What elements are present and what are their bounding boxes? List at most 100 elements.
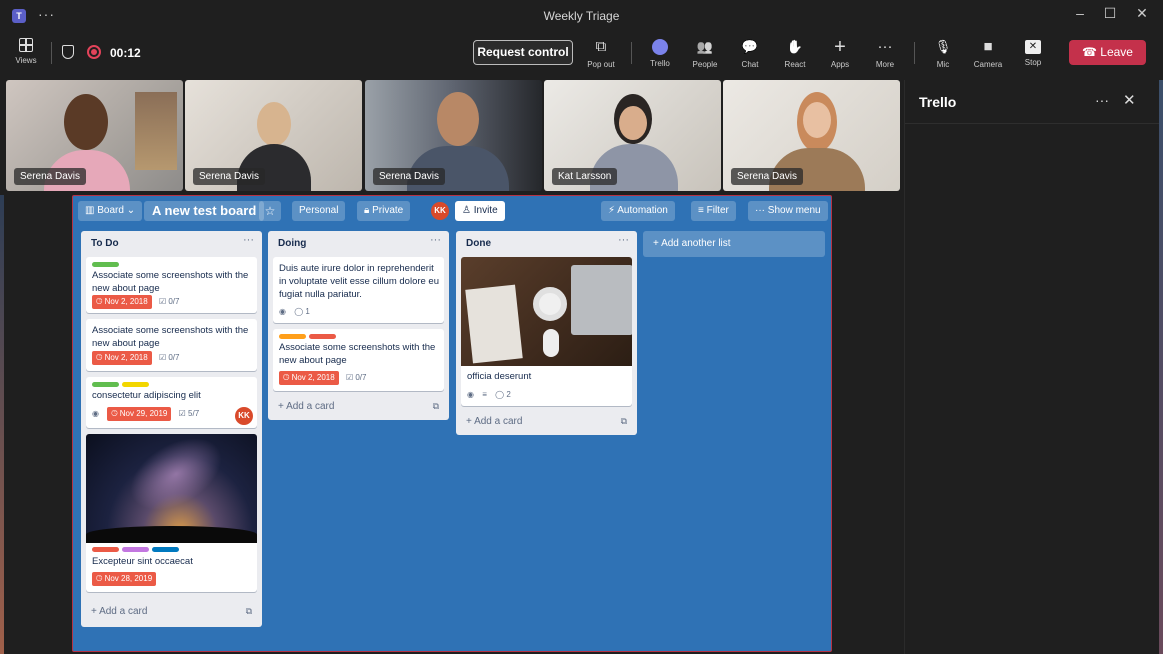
board-header: ▥ Board ⌄ A new test board ☆ Personal 🔒︎… [73,196,831,226]
add-another-list-button[interactable]: + Add another list [643,231,825,257]
participant-name: Kat Larsson [552,168,618,185]
list-more-icon[interactable]: ··· [618,234,629,246]
shield-icon[interactable] [62,45,74,59]
card-labels [92,262,122,267]
popout-button[interactable]: ⧉ Pop out [581,38,621,69]
board-view-switcher[interactable]: ▥ Board ⌄ [78,201,143,221]
trello-board: ▥ Board ⌄ A new test board ☆ Personal 🔒︎… [72,195,832,652]
star-icon[interactable]: ☆ [259,201,281,221]
checklist-badge: ☑ 5/7 [178,409,200,418]
side-panel-more-icon[interactable]: ··· [1095,92,1109,108]
add-card-button[interactable]: + Add a card [91,606,147,617]
views-label: Views [15,56,37,65]
leave-button[interactable]: ☎ Leave [1069,40,1146,65]
card[interactable]: Associate some screenshots with the new … [273,329,444,391]
meeting-toolbar: Views 00:12 Request control ⧉ Pop out Tr… [0,32,1163,76]
mic-label: Mic [936,60,950,69]
comment-count: 1 [305,307,310,316]
list-to-do: To Do ··· Associate some screenshots wit… [81,231,262,627]
card[interactable]: Associate some screenshots with the new … [86,319,257,371]
side-panel-close-icon[interactable]: ✕ [1123,91,1136,109]
card[interactable]: Duis aute irure dolor in reprehenderit i… [273,257,444,323]
list-done: Done ··· officia deserunt ◉ ≡ ◯ 2 + Add … [456,231,637,435]
trello-button[interactable]: Trello [640,38,680,68]
minimize-icon[interactable]: – [1070,5,1090,21]
personal-button[interactable]: Personal [292,201,346,221]
views-button[interactable]: Views [10,38,42,65]
member-avatar[interactable]: KK [431,202,449,220]
lightning-icon: ⚡︎ [608,205,618,216]
camera-label: Camera [973,60,1003,69]
participant-video-2[interactable]: Serena Davis [185,80,362,191]
card[interactable]: officia deserunt ◉ ≡ ◯ 2 [461,257,632,406]
list-more-icon[interactable]: ··· [430,234,441,246]
card-template-icon[interactable]: ⧉ [246,606,252,617]
desktop-edge [1159,80,1163,654]
list-title[interactable]: To Do [91,238,119,249]
camera-icon: ■ [983,38,993,55]
recording-icon [87,45,101,59]
watch-icon: ◉ [279,307,286,316]
coffee-cup-decor [533,287,567,321]
mic-button[interactable]: 🎙 Mic [923,38,963,69]
private-button[interactable]: 🔒︎ Private [357,201,411,221]
list-header: To Do ··· [81,231,262,255]
react-label: React [784,60,806,69]
close-window-icon[interactable]: ✕ [1132,5,1152,22]
more-button[interactable]: ··· More [865,38,905,69]
mic-icon: 🎙 [934,39,952,54]
list-title[interactable]: Done [466,238,491,249]
board-title[interactable]: A new test board [144,201,265,221]
show-menu-button[interactable]: ··· Show menu [748,201,828,221]
card-badges: 🕓︎ Nov 2, 2018 ☑ 0/7 [92,295,185,309]
card[interactable]: Excepteur sint occaecat 🕓︎ Nov 28, 2019 [86,434,257,592]
people-button[interactable]: 👥 People [685,38,725,69]
side-panel-header: Trello ··· ✕ [905,80,1159,124]
invite-button[interactable]: ♙ Invite [455,201,505,221]
card-template-icon[interactable]: ⧉ [621,416,627,427]
label-orange [279,334,306,339]
watch-icon: ◉ [92,409,99,418]
react-button[interactable]: ✋ React [775,38,815,69]
list-title[interactable]: Doing [278,238,306,249]
participant-video-1[interactable]: Serena Davis [6,80,183,191]
maximize-icon[interactable]: ☐ [1100,5,1120,22]
due-date-text: Nov 2, 2018 [104,353,148,362]
participant-video-4[interactable]: Kat Larsson [544,80,721,191]
card-title: officia deserunt [467,371,532,382]
more-icon: ··· [877,38,893,55]
card-labels [92,547,182,552]
chat-button[interactable]: 💬 Chat [730,38,770,69]
add-card-button[interactable]: + Add a card [466,416,522,427]
participant-video-5[interactable]: Serena Davis [723,80,900,191]
board-icon: ▥ [85,205,98,216]
show-menu-label: Show menu [767,205,821,216]
card-title: Associate some screenshots with the new … [279,342,436,366]
bookshelf-decor [135,92,177,170]
description-icon: ≡ [482,390,487,399]
due-date-badge: 🕓︎ Nov 2, 2018 [92,295,152,309]
automation-button[interactable]: ⚡︎ Automation [601,201,675,221]
trello-app-icon [652,39,668,55]
add-card-button[interactable]: + Add a card [278,401,334,412]
card-badges: 🕓︎ Nov 2, 2018 ☑ 0/7 [92,351,185,365]
request-control-button[interactable]: Request control [473,40,573,65]
stop-share-button[interactable]: ✕ Stop [1013,38,1053,67]
participant-name: Serena Davis [14,168,87,185]
invite-label: Invite [473,205,498,216]
participant-head [64,94,108,150]
checklist-count: 0/7 [355,373,367,382]
apps-button[interactable]: + Apps [820,37,860,69]
camera-button[interactable]: ■ Camera [968,38,1008,69]
card[interactable]: consectetur adipiscing elit ◉ 🕓︎ Nov 29,… [86,377,257,428]
list-more-icon[interactable]: ··· [243,234,254,246]
card-member-avatar[interactable]: KK [235,407,253,425]
card-template-icon[interactable]: ⧉ [433,401,439,412]
due-date-text: Nov 28, 2019 [104,574,153,583]
card[interactable]: Associate some screenshots with the new … [86,257,257,313]
participant-head [257,102,291,146]
comment-count: 2 [506,390,511,399]
card-title: Associate some screenshots with the new … [92,270,249,294]
participant-video-3[interactable]: Serena Davis [365,80,542,191]
filter-button[interactable]: ≡ Filter [691,201,736,221]
